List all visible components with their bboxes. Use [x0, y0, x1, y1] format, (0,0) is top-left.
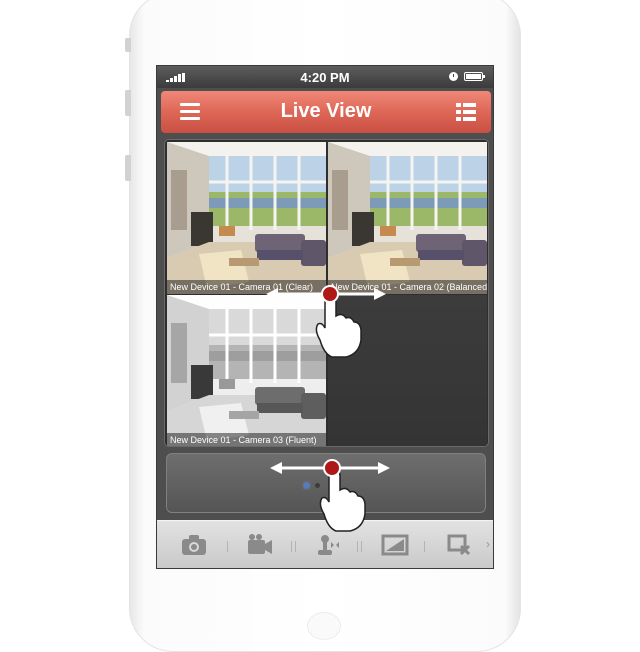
- battery-icon: [464, 72, 485, 81]
- volume-up-button: [125, 90, 131, 116]
- status-bar: 4:20 PM: [157, 66, 493, 88]
- close-all-icon[interactable]: [446, 533, 474, 557]
- nav-bar: Live View: [161, 91, 491, 133]
- alarm-icon: [449, 72, 458, 81]
- ptz-control-icon[interactable]: [314, 533, 342, 557]
- toolbar-divider: [295, 541, 296, 552]
- toolbar-divider: [361, 541, 362, 552]
- volume-down-button: [125, 155, 131, 181]
- camera-feed-image: [328, 142, 487, 294]
- mute-switch: [125, 38, 131, 52]
- camera-icon[interactable]: [180, 533, 208, 557]
- camera-tile-2[interactable]: New Device 01 - Camera 02 (Balanced): [328, 142, 487, 294]
- swipe-gesture-hint-grid: [266, 285, 386, 358]
- status-time: 4:20 PM: [300, 70, 350, 85]
- page-title: Live View: [280, 100, 372, 122]
- video-record-icon[interactable]: [246, 533, 274, 557]
- camera-feed-image: [167, 142, 326, 294]
- toolbar-divider: [291, 541, 292, 552]
- channel-list-icon[interactable]: [456, 102, 476, 122]
- swipe-gesture-hint-pager: [270, 459, 390, 532]
- home-button: [307, 612, 341, 640]
- image-quality-icon[interactable]: [381, 533, 409, 557]
- toolbar-divider: [424, 541, 425, 552]
- camera-tile-1[interactable]: New Device 01 - Camera 01 (Clear): [167, 142, 326, 294]
- camera-caption: New Device 01 - Camera 03 (Fluent): [167, 433, 326, 446]
- toolbar-divider: [227, 541, 228, 552]
- chevron-right-icon[interactable]: ›: [486, 537, 492, 553]
- toolbar-divider: [357, 541, 358, 552]
